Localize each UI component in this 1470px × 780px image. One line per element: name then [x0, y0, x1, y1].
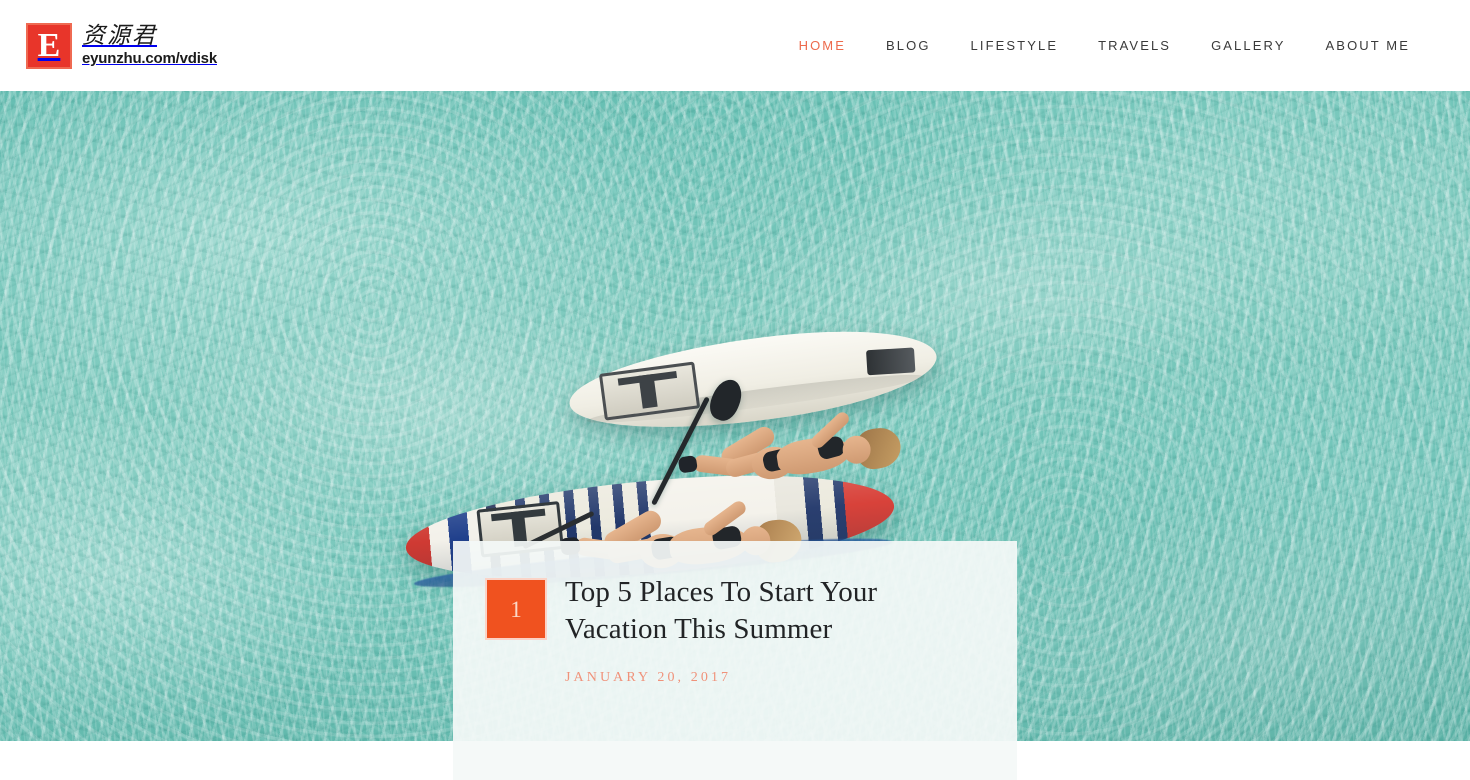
featured-post-card[interactable]: 1 Top 5 Places To Start Your Vacation Th…: [453, 541, 1017, 780]
rank-badge: 1: [485, 578, 547, 640]
site-logo[interactable]: E 资源君 eyunzhu.com/vdisk: [26, 22, 217, 69]
brand-name-cn: 资源君: [82, 23, 157, 49]
site-header: E 资源君 eyunzhu.com/vdisk HOME BLOG LIFEST…: [0, 0, 1470, 91]
featured-post-body: Top 5 Places To Start Your Vacation This…: [565, 574, 993, 686]
nav-item-lifestyle[interactable]: LIFESTYLE: [971, 38, 1059, 53]
featured-post-date[interactable]: JANUARY 20, 2017: [565, 670, 973, 686]
featured-post-row: 1 Top 5 Places To Start Your Vacation Th…: [453, 574, 1017, 686]
logo-letter: E: [37, 26, 61, 64]
featured-post-title[interactable]: Top 5 Places To Start Your Vacation This…: [565, 574, 973, 648]
nav-item-travels[interactable]: TRAVELS: [1098, 38, 1171, 53]
brand-url: eyunzhu.com/vdisk: [82, 50, 217, 67]
main-navigation: HOME BLOG LIFESTYLE TRAVELS GALLERY ABOU…: [799, 38, 1410, 53]
nav-item-home[interactable]: HOME: [799, 38, 846, 53]
foot: [677, 454, 698, 474]
nav-item-gallery[interactable]: GALLERY: [1211, 38, 1285, 53]
page-root: E 资源君 eyunzhu.com/vdisk HOME BLOG LIFEST…: [0, 0, 1470, 780]
nav-item-about-me[interactable]: ABOUT ME: [1326, 38, 1410, 53]
rank-number: 1: [510, 596, 522, 622]
brand-text: 资源君 eyunzhu.com/vdisk: [82, 23, 217, 68]
nav-item-blog[interactable]: BLOG: [886, 38, 931, 53]
board-tail-grip: [865, 347, 916, 375]
logo-mark-icon: E: [26, 22, 72, 69]
